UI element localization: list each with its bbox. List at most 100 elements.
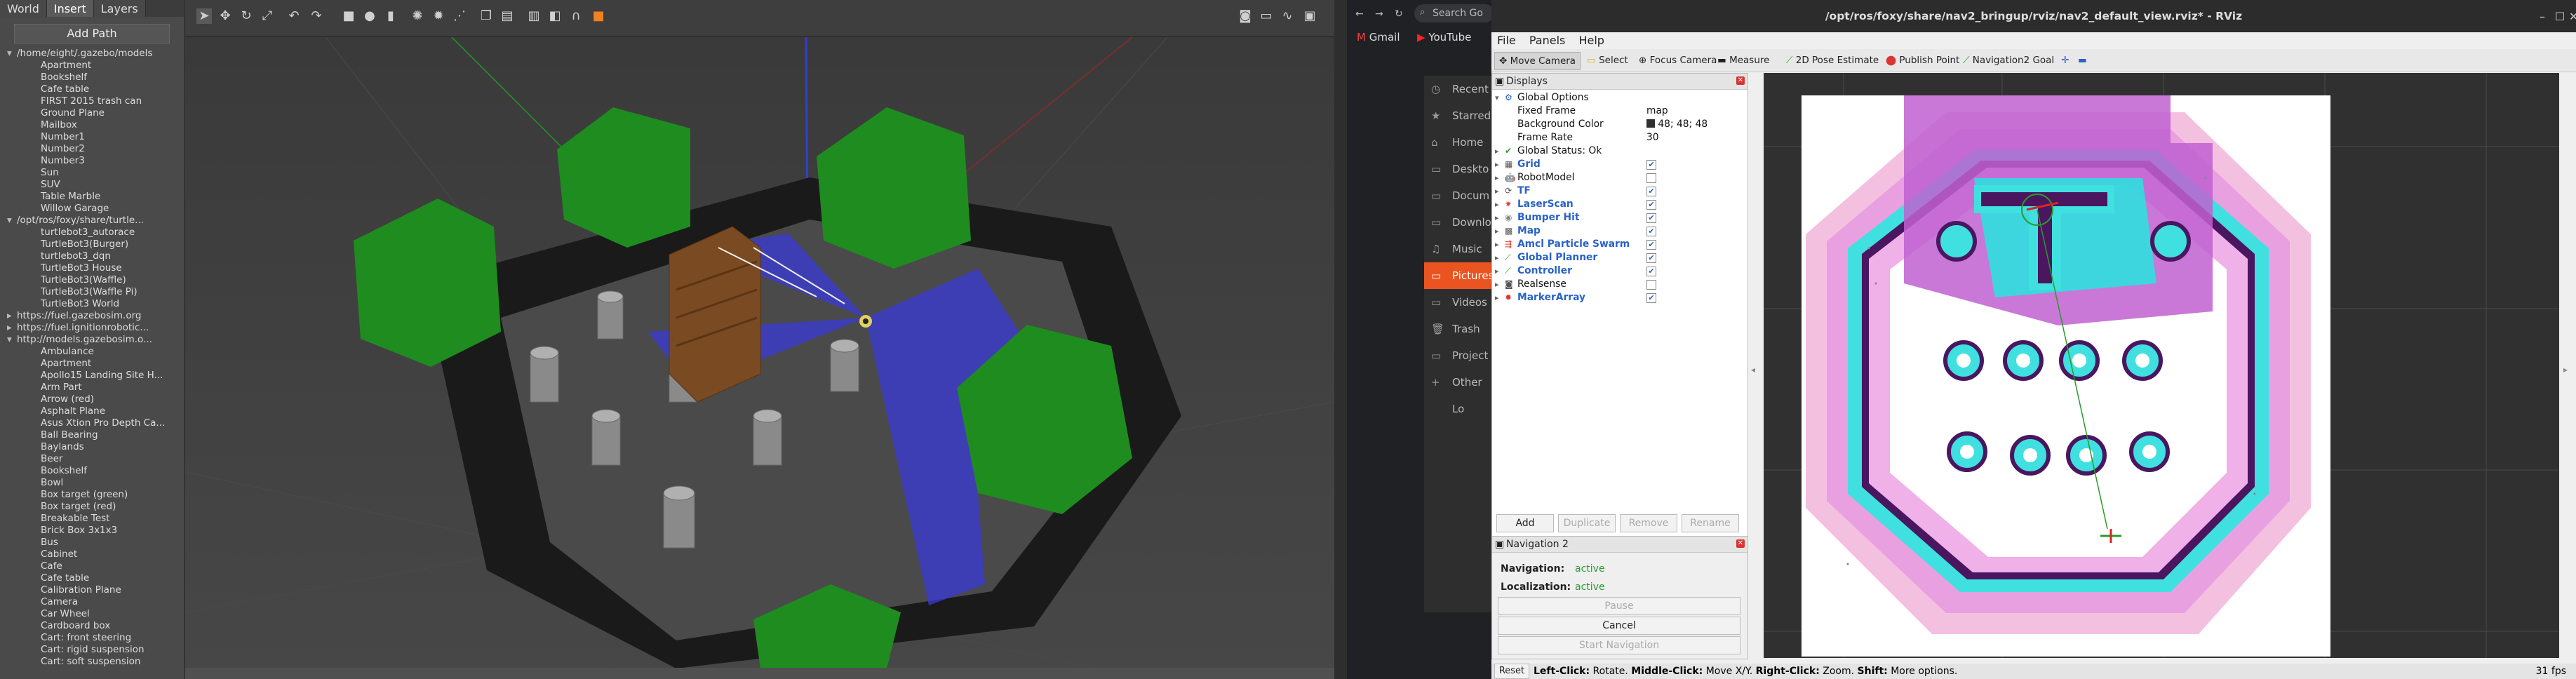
forward-icon[interactable]: → [1375, 8, 1383, 20]
display-item[interactable]: ▸ ◉ Bumper Hit ✔ [1492, 211, 1747, 224]
tab-layers[interactable]: Layers [93, 0, 146, 17]
add-path-button[interactable]: Add Path [14, 24, 170, 43]
tree-root-item[interactable]: ▸ https://fuel.ignitionrobotic... [7, 322, 184, 334]
tree-model-item[interactable]: Cart: soft suspension [7, 656, 184, 668]
tree-model-item[interactable]: Cafe table [7, 83, 184, 95]
select-mode-icon[interactable]: ➤ [196, 8, 212, 24]
display-item[interactable]: ▸ ▦ Grid ✔ [1492, 158, 1747, 171]
tree-model-item[interactable]: FIRST 2015 trash can [7, 95, 184, 107]
menu-panels[interactable]: Panels [1529, 34, 1566, 47]
display-enable-checkbox[interactable] [1646, 280, 1656, 290]
pause-button[interactable]: Pause [1498, 597, 1740, 615]
reset-button[interactable]: Reset [1494, 664, 1529, 679]
tree-model-item[interactable]: Calibration Plane [7, 584, 184, 596]
expand-icon[interactable]: ▸ [1495, 184, 1499, 198]
tree-model-item[interactable]: Mailbox [7, 119, 184, 131]
tree-model-item[interactable]: Box target (green) [7, 489, 184, 501]
tab-world[interactable]: World [0, 0, 47, 17]
minimize-icon[interactable]: – [2540, 10, 2545, 23]
files-sidebar-item[interactable]: ▭ Pictures [1424, 262, 1494, 289]
tree-model-item[interactable]: Cardboard box [7, 620, 184, 632]
display-enable-checkbox[interactable]: ✔ [1646, 293, 1656, 303]
maximize-icon[interactable]: ☐ [2555, 10, 2565, 23]
focus-camera-tool[interactable]: ⊕ Focus Camera [1635, 52, 1721, 69]
display-enable-checkbox[interactable]: ✔ [1646, 267, 1656, 276]
tree-model-item[interactable]: TurtleBot3(Waffle) [7, 274, 184, 286]
tree-model-item[interactable]: Cart: front steering [7, 632, 184, 644]
tree-model-item[interactable]: Number3 [7, 155, 184, 167]
global-status-row[interactable]: ▸ ✔ Global Status: Ok [1492, 144, 1747, 158]
display-item[interactable]: ▸ ⇶ Amcl Particle Swarm ✔ [1492, 238, 1747, 251]
collapse-right-icon[interactable]: ▸ [2563, 365, 2568, 375]
files-sidebar-item[interactable]: ▭ Downlo [1424, 209, 1494, 236]
display-enable-checkbox[interactable]: ✔ [1646, 200, 1656, 210]
window-splitter[interactable] [1334, 0, 1347, 679]
tree-model-item[interactable]: Beer [7, 453, 184, 465]
gazebo-3d-viewport[interactable] [185, 37, 1334, 668]
bookmark-youtube[interactable]: ▶ YouTube [1417, 31, 1471, 43]
close-icon[interactable]: ✕ [2569, 10, 2576, 23]
select-tool[interactable]: ▭ Select [1583, 52, 1632, 69]
files-sidebar-item[interactable]: ▭ Docum [1424, 182, 1494, 209]
tree-model-item[interactable]: Willow Garage [7, 203, 184, 215]
cylinder-shape-icon[interactable]: ▮ [383, 8, 398, 24]
redo-icon[interactable]: ↷ [309, 8, 324, 24]
panel-collapse-icon[interactable]: ▣ [1495, 74, 1504, 89]
files-sidebar-item[interactable]: ◷ Recent [1424, 76, 1494, 102]
expand-icon[interactable]: ▸ [1495, 144, 1499, 158]
plot-icon[interactable]: ∿ [1280, 8, 1295, 24]
files-sidebar-item[interactable]: ▭ Project [1424, 342, 1494, 369]
expand-icon[interactable]: ▸ [1495, 198, 1499, 211]
display-enable-checkbox[interactable]: ✔ [1646, 187, 1656, 196]
tree-model-item[interactable]: turtlebot3_dqn [7, 250, 184, 262]
tree-model-item[interactable]: TurtleBot3(Burger) [7, 238, 184, 250]
expand-icon[interactable]: ▸ [1495, 171, 1499, 184]
pose-estimate-tool[interactable]: ⟋ 2D Pose Estimate [1782, 52, 1883, 69]
tree-model-item[interactable]: Arrow (red) [7, 394, 184, 405]
tree-model-item[interactable]: TurtleBot3 World [7, 298, 184, 310]
expand-icon[interactable]: ▸ [1495, 211, 1499, 224]
files-sidebar-item[interactable]: ♫ Music [1424, 236, 1494, 262]
undo-icon[interactable]: ↶ [286, 8, 302, 24]
tree-model-item[interactable]: Apartment [7, 60, 184, 72]
tree-model-item[interactable]: Asphalt Plane [7, 405, 184, 417]
tree-model-item[interactable]: Camera [7, 596, 184, 608]
add-display-button[interactable]: Add [1496, 514, 1554, 532]
expand-icon[interactable]: ▸ [1495, 291, 1499, 304]
tree-model-item[interactable]: Cart: rigid suspension [7, 644, 184, 656]
tree-model-item[interactable]: Bowl [7, 477, 184, 489]
display-item[interactable]: ▸ ⟳ TF ✔ [1492, 184, 1747, 198]
tree-root-item[interactable]: ▾/opt/ros/foxy/share/turtle... [7, 215, 184, 227]
files-sidebar-item[interactable]: ▭ Deskto [1424, 156, 1494, 182]
tree-model-item[interactable]: Baylands [7, 441, 184, 453]
start-navigation-button[interactable]: Start Navigation [1498, 636, 1740, 654]
display-item[interactable]: ▸ ✷ LaserScan ✔ [1492, 198, 1747, 211]
menu-help[interactable]: Help [1578, 34, 1604, 47]
display-item[interactable]: ▸ ▩ Map ✔ [1492, 224, 1747, 238]
frame-rate-value[interactable]: 30 [1646, 131, 1659, 144]
tree-model-item[interactable]: Asus Xtion Pro Depth Ca... [7, 417, 184, 429]
tree-model-item[interactable]: turtlebot3_autorace [7, 227, 184, 238]
files-sidebar-item[interactable]: ▭ Videos [1424, 289, 1494, 316]
expand-icon[interactable]: ▸ [1495, 251, 1499, 264]
tree-model-item[interactable]: Sun [7, 167, 184, 179]
global-options-row[interactable]: ▾ ⚙ Global Options [1492, 91, 1747, 105]
tree-root-item[interactable]: ▾ http://models.gazebosim.o... [7, 334, 184, 346]
tree-model-item[interactable]: Brick Box 3x1x3 [7, 525, 184, 537]
fixed-frame-row[interactable]: Fixed Frame map [1492, 105, 1747, 118]
tree-model-item[interactable]: Arm Part [7, 382, 184, 394]
close-panel-icon[interactable]: ✕ [1736, 76, 1745, 85]
tree-model-item[interactable]: Cafe [7, 560, 184, 572]
sphere-shape-icon[interactable]: ● [362, 8, 377, 24]
tree-model-item[interactable]: Table Marble [7, 191, 184, 203]
display-item[interactable]: ▸ ✹ MarkerArray ✔ [1492, 291, 1747, 304]
video-record-icon[interactable]: ▣ [1302, 8, 1317, 24]
files-sidebar-item[interactable]: ⌂ Home [1424, 129, 1494, 156]
frame-rate-row[interactable]: Frame Rate 30 [1492, 131, 1747, 144]
collapse-arrow-icon[interactable]: ▾ [7, 48, 17, 60]
close-panel-icon[interactable]: ✕ [1736, 539, 1745, 548]
expand-icon[interactable]: ▾ [1495, 91, 1499, 105]
point-light-icon[interactable]: ✺ [410, 8, 425, 24]
paste-icon[interactable]: ▤ [499, 8, 515, 24]
rotate-mode-icon[interactable]: ↻ [239, 8, 254, 24]
